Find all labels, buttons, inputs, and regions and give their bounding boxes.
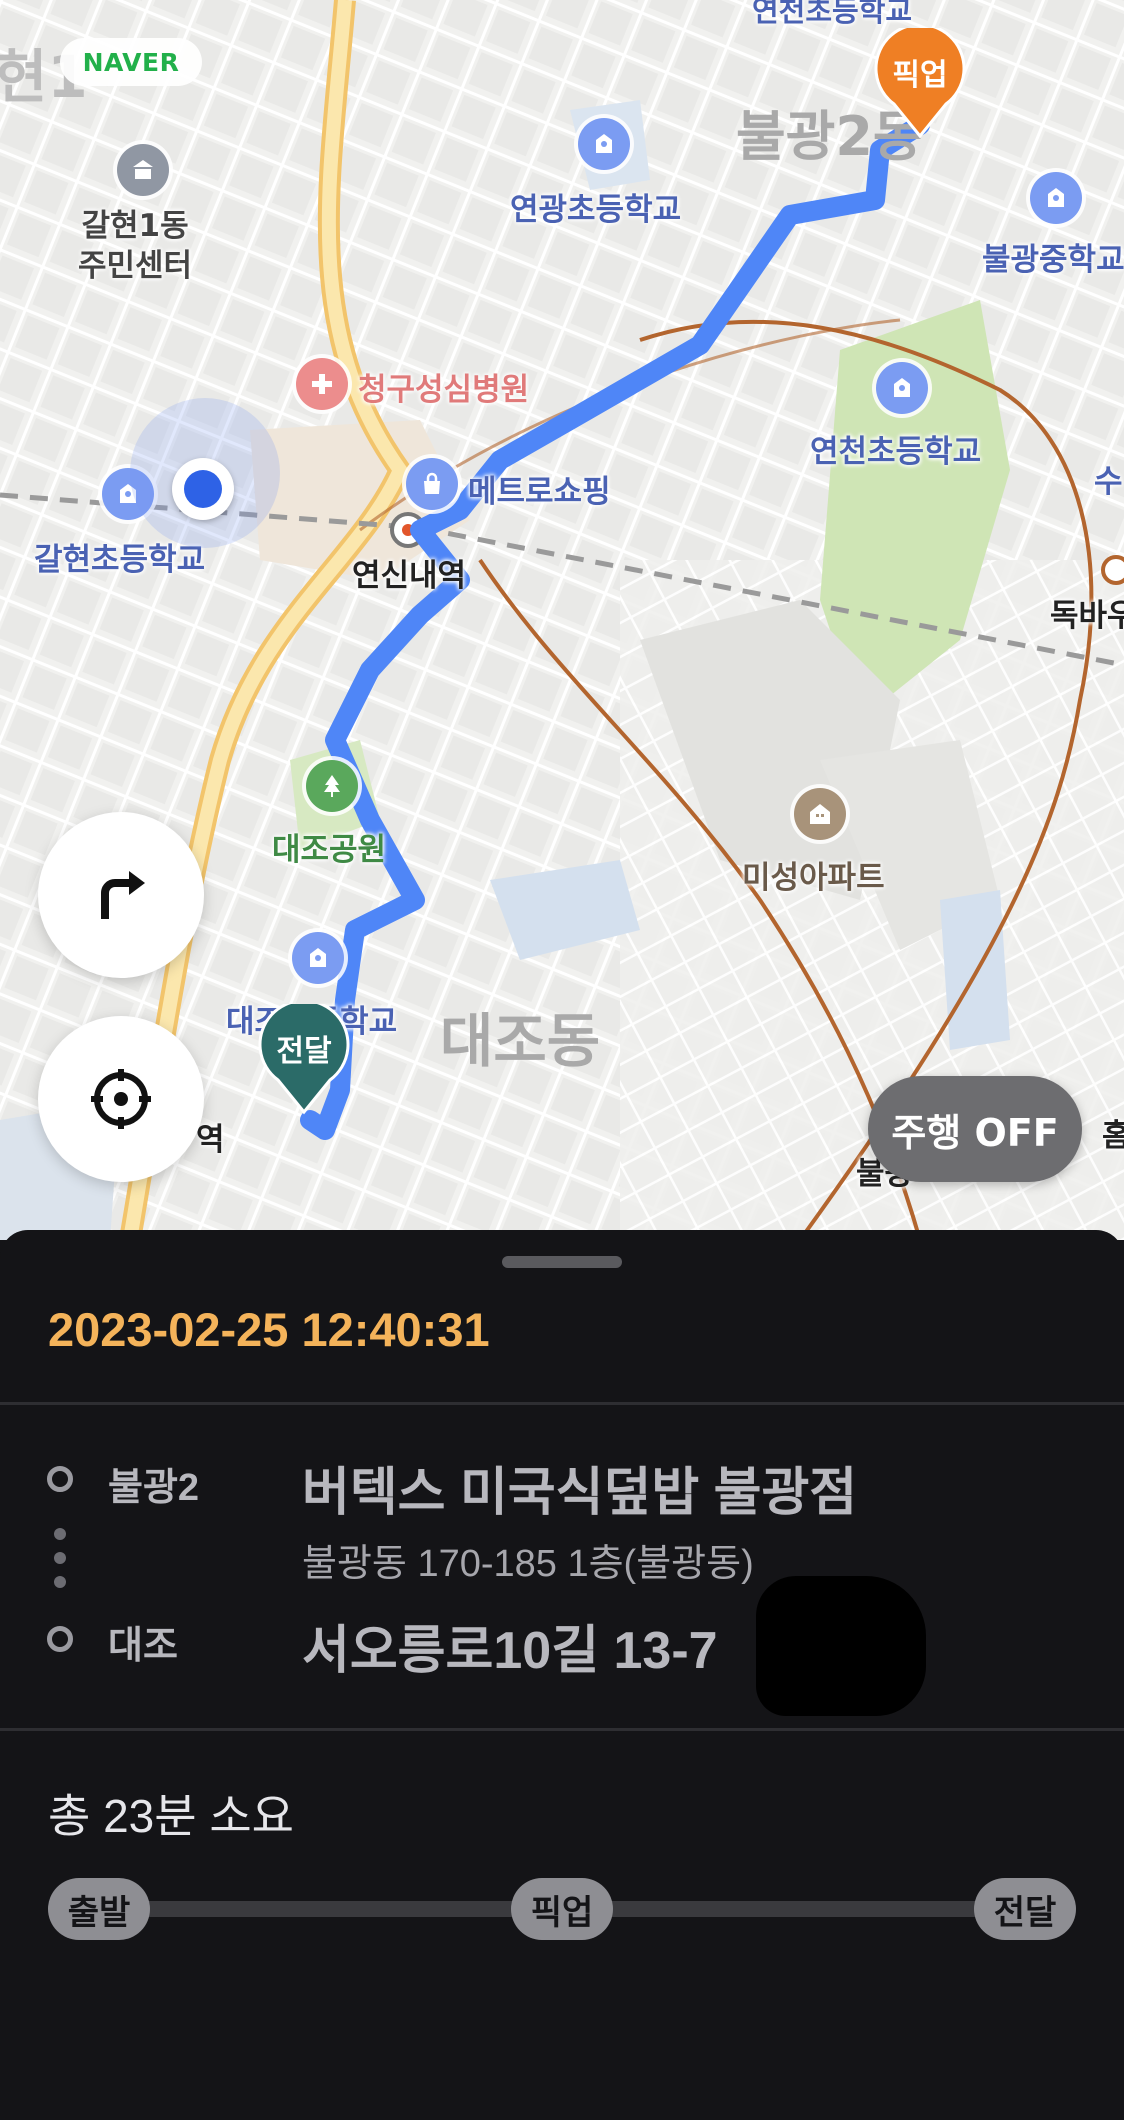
delivery-pin[interactable]: 전달 bbox=[258, 999, 350, 1116]
route-connector-dot bbox=[54, 1528, 66, 1540]
pickup-area: 불광2 bbox=[108, 1467, 200, 1509]
crosshair-icon bbox=[91, 1069, 151, 1129]
pickup-address: 불광동 170-185 1층(불광동) bbox=[302, 1543, 754, 1585]
label-edge-hom: 홈 bbox=[1102, 1118, 1124, 1154]
driving-mode-toggle[interactable]: 주행 OFF bbox=[868, 1076, 1082, 1182]
pickup-route-dot bbox=[47, 1466, 73, 1492]
area-label-daejo: 대조동 bbox=[440, 1007, 601, 1075]
label-edge-su: 수 bbox=[1094, 464, 1123, 500]
school-icon bbox=[292, 932, 344, 984]
school-icon bbox=[1030, 172, 1082, 224]
label-galhyeon1-center: 갈현1동 주민센터 bbox=[78, 208, 193, 284]
label-yeonsinnae-station: 연신내역 bbox=[352, 558, 467, 594]
current-location-marker bbox=[172, 458, 234, 520]
label-yeongwang-school: 연광초등학교 bbox=[510, 192, 682, 228]
label-metro-shopping: 메트로쇼핑 bbox=[468, 474, 611, 510]
label-miseong-apt: 미성아파트 bbox=[742, 860, 885, 896]
delivery-pin-label: 전달 bbox=[276, 1034, 332, 1069]
my-location-button[interactable] bbox=[38, 1016, 204, 1182]
pickup-store-name: 버텍스 미국식덮밥 불광점 bbox=[302, 1464, 858, 1522]
progress-step-pickup: 픽업 bbox=[511, 1878, 613, 1940]
school-icon bbox=[876, 362, 928, 414]
route-connector-dot bbox=[54, 1552, 66, 1564]
sheet-drag-handle[interactable] bbox=[502, 1256, 622, 1268]
label-daejo-park: 대조공원 bbox=[272, 832, 387, 868]
redaction-mark bbox=[756, 1576, 926, 1716]
label-bulgwang-middle: 불광중학교 bbox=[982, 242, 1124, 278]
label-top-school: 연천초등학교 bbox=[752, 0, 913, 28]
route-connector-dot bbox=[54, 1576, 66, 1588]
pickup-pin-label: 픽업 bbox=[892, 58, 948, 93]
map-view[interactable]: 현1 NAVER 갈현1동 주민센터 연천초등학교 불광2동 연광초등학교 불광… bbox=[0, 0, 1124, 1240]
order-detail-sheet: 2023-02-25 12:40:31 불광2 버텍스 미국식덮밥 불광점 불광… bbox=[0, 1230, 1124, 2120]
turn-direction-button[interactable] bbox=[38, 812, 204, 978]
label-cheonggu-hospital: 청구성심병원 bbox=[358, 372, 530, 408]
progress-step-delivery: 전달 bbox=[974, 1878, 1076, 1940]
park-icon bbox=[306, 760, 358, 812]
dropoff-address: 서오릉로10길 13-7 bbox=[302, 1622, 718, 1680]
dropoff-area: 대조 bbox=[108, 1625, 178, 1667]
total-duration: 총 23분 소요 bbox=[48, 1790, 295, 1842]
order-datetime: 2023-02-25 12:40:31 bbox=[48, 1303, 490, 1356]
divider bbox=[0, 1402, 1124, 1405]
hospital-icon bbox=[296, 358, 348, 410]
school-icon bbox=[578, 118, 630, 170]
pickup-pin[interactable]: 픽업 bbox=[874, 23, 966, 140]
dropoff-route-dot bbox=[47, 1626, 73, 1652]
divider bbox=[0, 1728, 1124, 1731]
shopping-icon bbox=[406, 458, 458, 510]
label-yeoncheon-school: 연천초등학교 bbox=[810, 434, 982, 470]
progress-step-start: 출발 bbox=[48, 1878, 150, 1940]
naver-logo: NAVER bbox=[60, 38, 202, 86]
apartment-icon bbox=[794, 788, 846, 840]
turn-right-icon bbox=[101, 871, 145, 919]
label-dokbawi: 독바우 bbox=[1050, 598, 1124, 634]
community-center-icon bbox=[117, 144, 169, 196]
